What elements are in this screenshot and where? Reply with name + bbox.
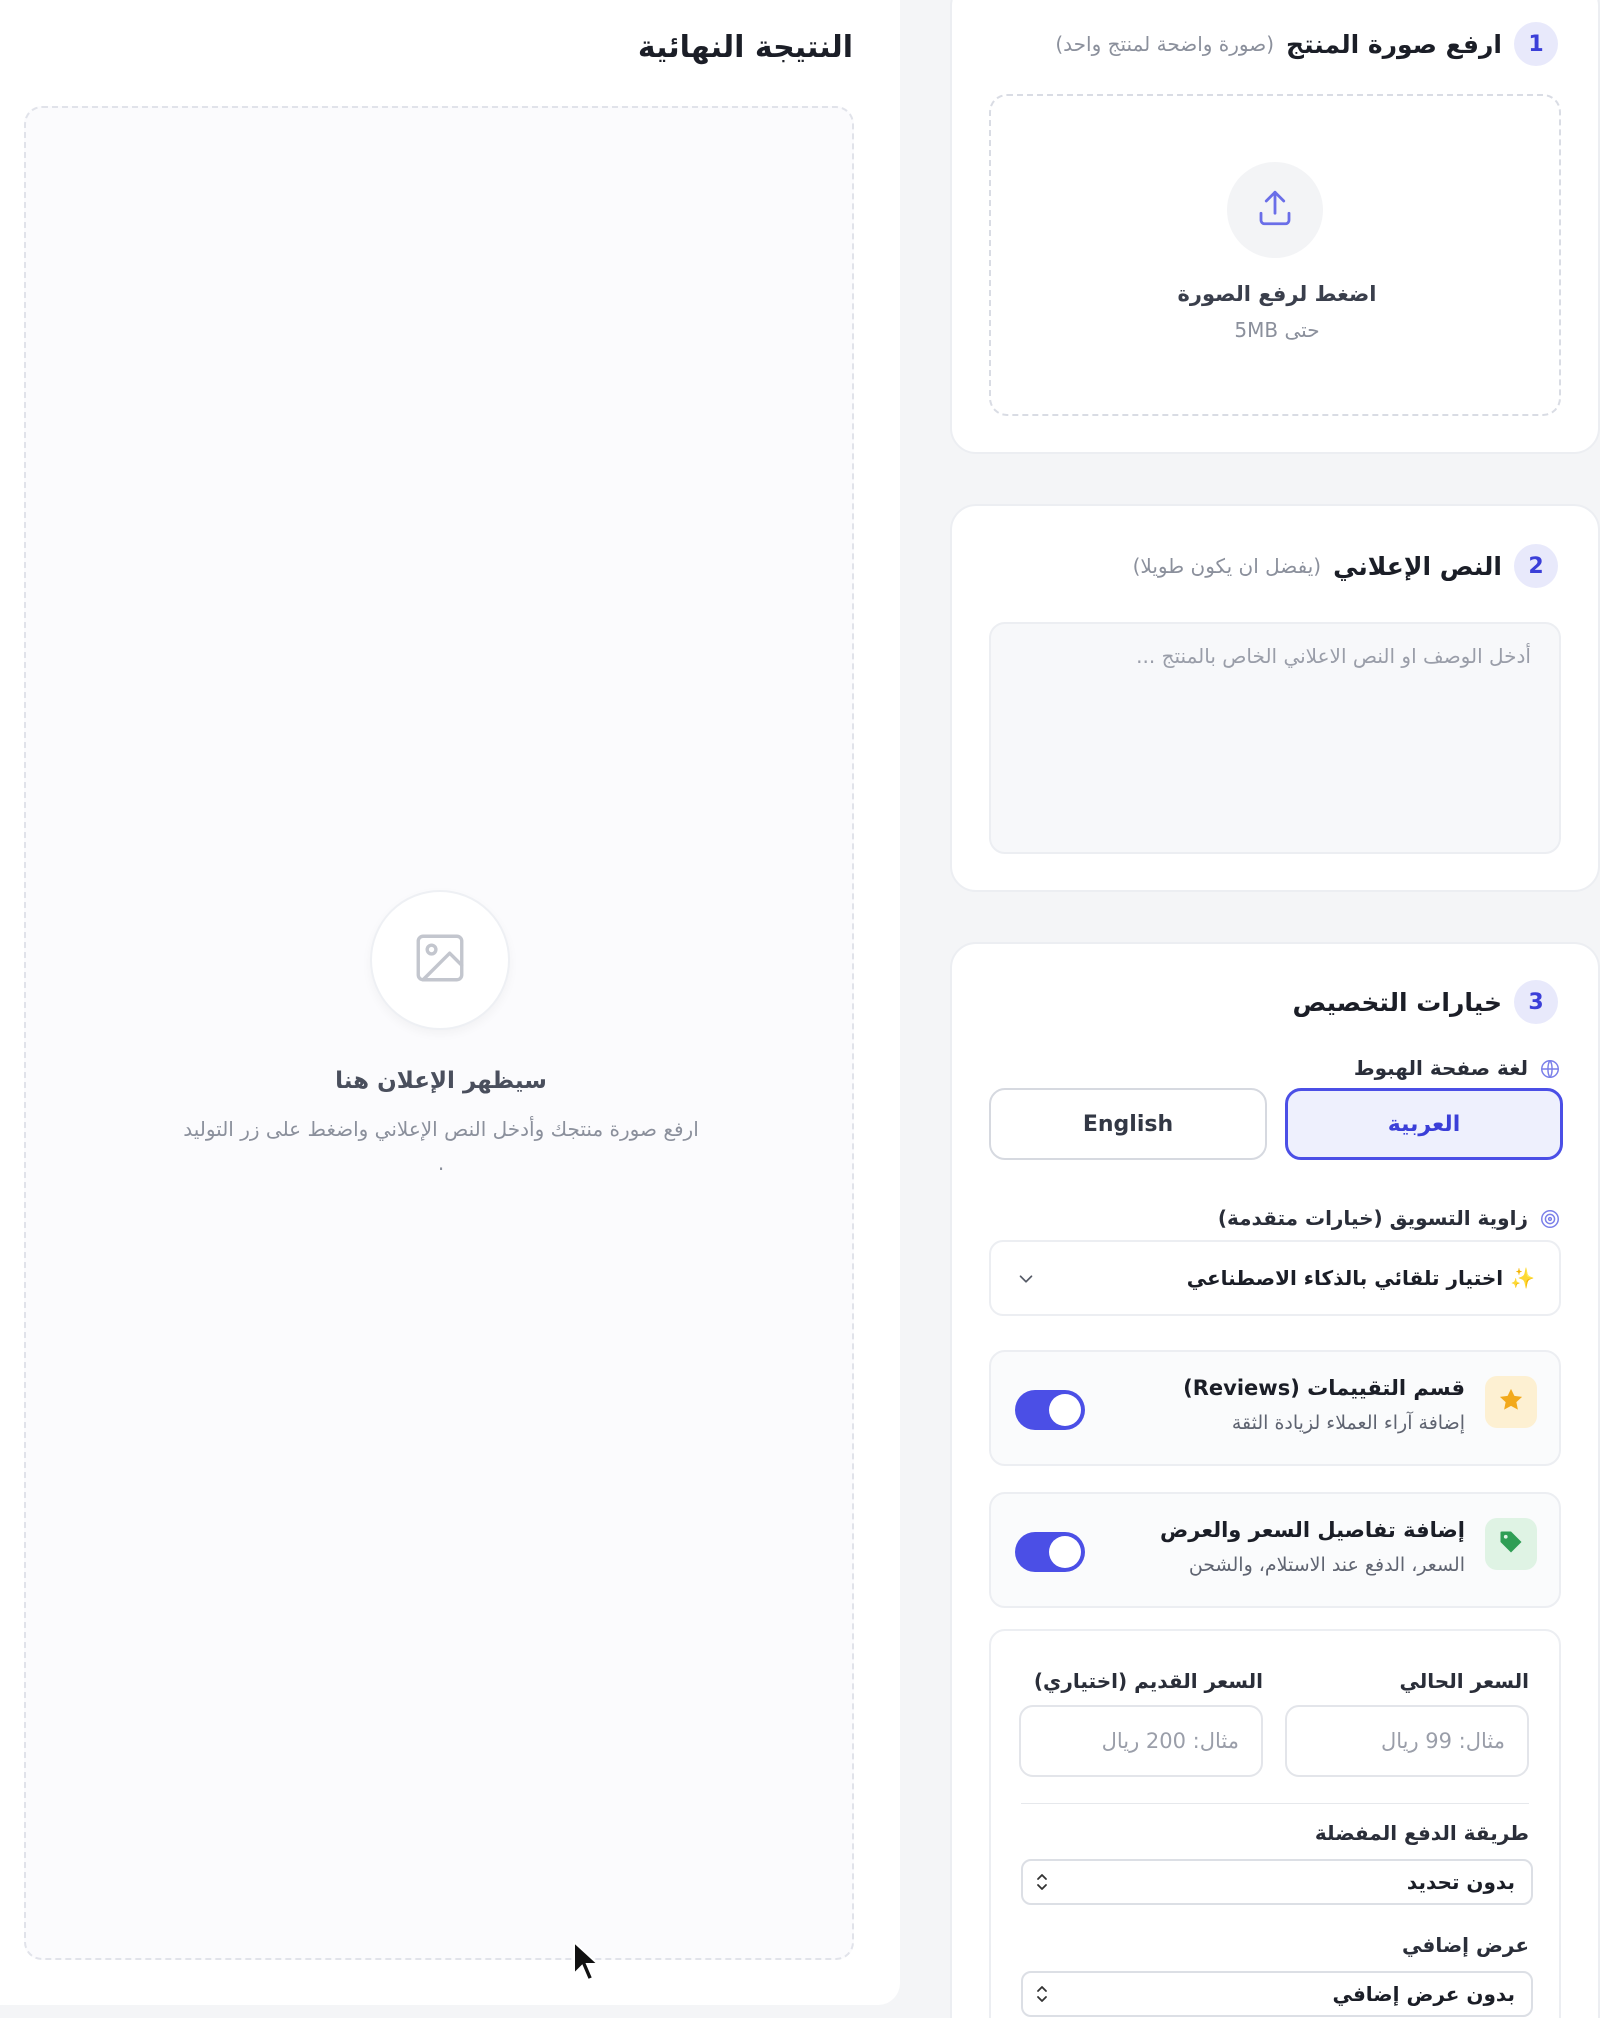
step3-title: خيارات التخصيص [1292,987,1502,1017]
select-arrows-icon [1035,1870,1049,1899]
marketing-angle-select[interactable]: ✨ اختيار تلقائي بالذكاء الاصطناعي [989,1240,1561,1316]
extra-offer-select[interactable]: بدون عرض إضافي [1021,1971,1533,2017]
step2-title: النص الإعلاني [1333,551,1502,581]
step2-number: 2 [1514,544,1558,588]
switch-knob [1049,1536,1081,1568]
marketing-angle-label: زاوية التسويق (خيارات متقدمة) [1217,1206,1528,1230]
reviews-toggle-row: قسم التقييمات (Reviews) إضافة آراء العمل… [989,1350,1561,1466]
divider [1021,1803,1529,1804]
step1-title: ارفع صورة المنتج [1286,29,1502,59]
payment-method-value: بدون تحديد [1406,1870,1515,1894]
star-icon [1497,1386,1525,1418]
landing-language-label: لغة صفحة الهبوط [1353,1056,1528,1080]
price-details-switch[interactable] [1015,1532,1085,1572]
price-details-title: إضافة تفاصيل السعر والعرض [1160,1518,1465,1542]
switch-knob [1049,1394,1081,1426]
price-details-subtitle: السعر، الدفع عند الاستلام، والشحن [1188,1554,1465,1576]
result-title: النتيجة النهائية [637,30,853,65]
tag-icon-box [1485,1518,1537,1570]
star-icon-box [1485,1376,1537,1428]
placeholder-title: سيظهر الإعلان هنا [335,1068,547,1094]
reviews-switch[interactable] [1015,1390,1085,1430]
upload-icon-circle [1227,162,1323,258]
placeholder-description: ارفع صورة منتجك وأدخل النص الإعلاني واضغ… [183,1117,699,1175]
reviews-title: قسم التقييمات (Reviews) [1183,1376,1465,1400]
marketing-angle-value: ✨ اختيار تلقائي بالذكاء الاصطناعي [1186,1266,1535,1290]
reviews-subtitle: إضافة آراء العملاء لزيادة الثقة [1231,1412,1465,1434]
language-arabic-button[interactable]: العربية [1285,1088,1563,1160]
extra-offer-value: بدون عرض إضافي [1332,1982,1515,2006]
target-icon [1539,1208,1561,1234]
upload-size-limit: حتى 5MB [1234,318,1320,342]
payment-method-label: طريقة الدفع المفضلة [1314,1821,1529,1845]
step1-header: 1 ارفع صورة المنتج (صورة واضحة لمنتج واح… [1055,22,1558,66]
price-details-box: السعر الحالي السعر القديم (اختياري) طريق… [989,1629,1561,2018]
select-arrows-icon [1035,1982,1049,2011]
current-price-input[interactable] [1285,1705,1529,1777]
image-upload-dropzone[interactable]: اضغط لرفع الصورة حتى 5MB [989,94,1561,416]
payment-method-select[interactable]: بدون تحديد [1021,1859,1533,1905]
ad-text-input[interactable] [989,622,1561,854]
step2-card: 2 النص الإعلاني (يفضل ان يكون طويلا) [950,504,1600,892]
price-toggle-row: إضافة تفاصيل السعر والعرض السعر، الدفع ع… [989,1492,1561,1608]
old-price-input[interactable] [1019,1705,1263,1777]
step3-number: 3 [1514,980,1558,1024]
step2-hint: (يفضل ان يكون طويلا) [1132,554,1322,578]
globe-icon [1539,1058,1561,1084]
image-placeholder-circle [370,890,510,1030]
step1-hint: (صورة واضحة لمنتج واحد) [1055,32,1275,56]
extra-offer-label: عرض إضافي [1402,1933,1529,1957]
language-english-button[interactable]: English [989,1088,1267,1160]
mouse-cursor-icon [572,1939,602,1988]
current-price-label: السعر الحالي [1399,1669,1529,1693]
chevron-down-icon [1015,1268,1037,1295]
tag-icon [1497,1528,1525,1560]
step1-card: 1 ارفع صورة المنتج (صورة واضحة لمنتج واح… [950,0,1600,454]
step3-card: 3 خيارات التخصيص لغة صفحة الهبوط العربية… [950,942,1600,2018]
step3-header: 3 خيارات التخصيص [1292,980,1558,1024]
image-icon [411,929,469,991]
upload-label: اضغط لرفع الصورة [1177,282,1377,306]
result-panel: النتيجة النهائية سيظهر الإعلان هنا ارفع … [0,0,900,2005]
step1-number: 1 [1514,22,1558,66]
result-preview-area: سيظهر الإعلان هنا ارفع صورة منتجك وأدخل … [24,106,854,1960]
old-price-label: السعر القديم (اختياري) [1033,1669,1263,1693]
upload-icon [1254,187,1296,233]
step2-header: 2 النص الإعلاني (يفضل ان يكون طويلا) [1133,544,1558,588]
